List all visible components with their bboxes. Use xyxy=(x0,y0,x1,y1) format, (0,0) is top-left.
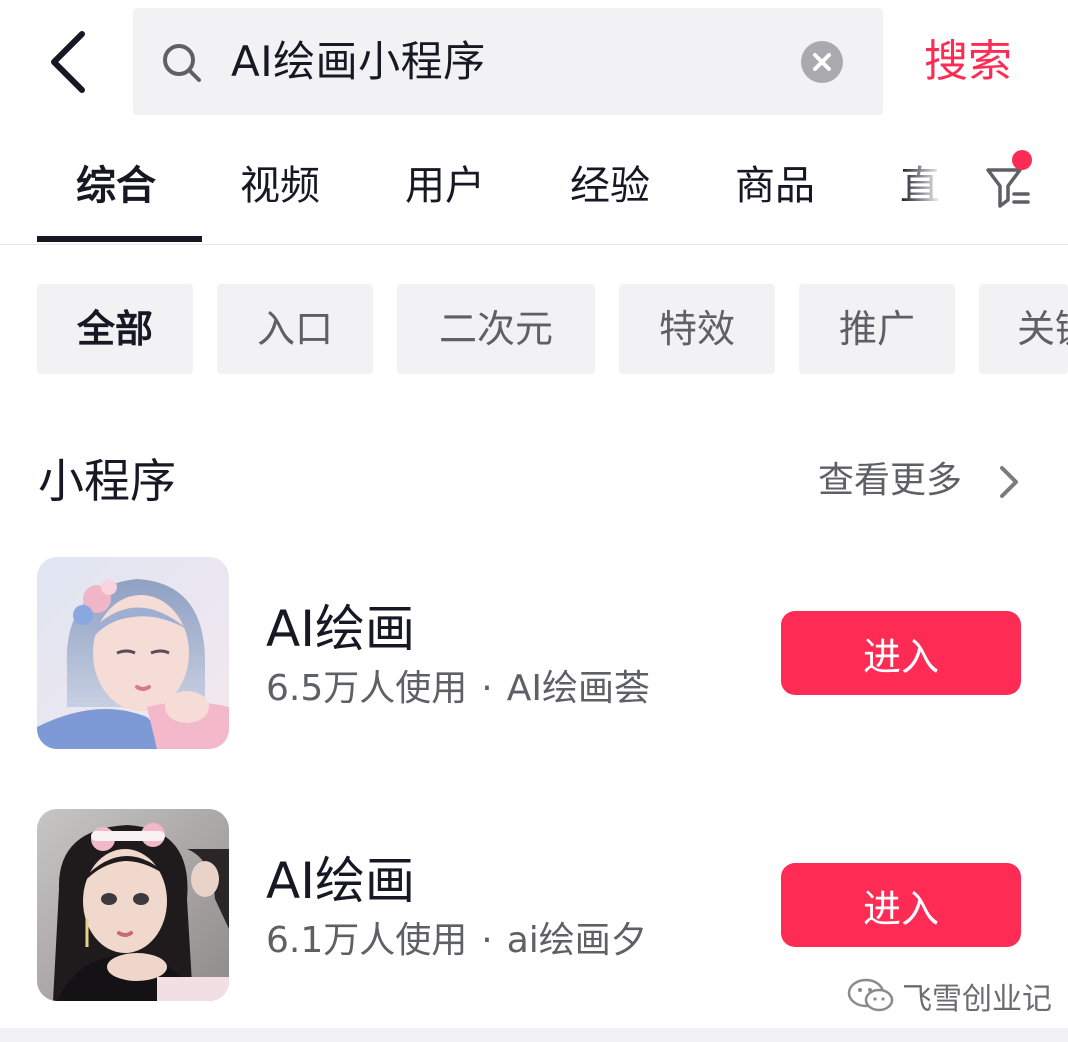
enter-button[interactable]: 进入 xyxy=(781,863,1021,947)
tab-users[interactable]: 用户 xyxy=(405,158,485,214)
clear-icon[interactable] xyxy=(801,41,843,83)
search-input[interactable]: AI绘画小程序 xyxy=(231,34,486,90)
search-icon xyxy=(161,42,203,84)
app-name[interactable]: AI绘画 xyxy=(266,596,415,662)
tab-comprehensive[interactable]: 综合 xyxy=(76,158,156,214)
tab-video[interactable]: 视频 xyxy=(240,158,320,214)
enter-button[interactable]: 进入 xyxy=(781,611,1021,695)
bottom-divider xyxy=(0,1028,1068,1042)
chip-entry[interactable]: 入口 xyxy=(217,284,373,374)
app-name[interactable]: AI绘画 xyxy=(266,848,415,914)
tab-bar: 综合 视频 用户 经验 商品 直 xyxy=(0,140,1068,245)
see-more-link[interactable]: 查看更多 xyxy=(818,456,962,506)
chevron-right-icon[interactable] xyxy=(994,462,1024,502)
tab-experience[interactable]: 经验 xyxy=(570,158,650,214)
app-thumbnail[interactable] xyxy=(37,809,229,1001)
filter-icon[interactable] xyxy=(984,162,1032,214)
app-author: ai绘画夕 xyxy=(506,920,647,961)
tab-fade xyxy=(900,140,960,240)
watermark: 飞雪创业记 xyxy=(846,972,1052,1020)
app-meta: 6.1万人使用 · ai绘画夕 xyxy=(266,916,647,966)
search-button[interactable]: 搜索 xyxy=(924,32,1012,92)
search-box[interactable]: AI绘画小程序 xyxy=(133,8,883,115)
usage-count: 6.1万人使用 xyxy=(266,920,468,961)
tab-products[interactable]: 商品 xyxy=(735,158,815,214)
app-meta: 6.5万人使用 · AI绘画荟 xyxy=(266,664,650,714)
separator-dot: · xyxy=(481,668,493,709)
watermark-text: 飞雪创业记 xyxy=(902,982,1052,1017)
usage-count: 6.5万人使用 xyxy=(266,668,468,709)
section-title: 小程序 xyxy=(38,454,176,508)
wechat-icon xyxy=(846,976,896,1016)
app-thumbnail[interactable] xyxy=(37,557,229,749)
chip-effects[interactable]: 特效 xyxy=(619,284,775,374)
separator-dot: · xyxy=(481,920,493,961)
chip-all[interactable]: 全部 xyxy=(37,284,193,374)
app-author: AI绘画荟 xyxy=(506,668,650,709)
chip-keyword[interactable]: 关键 xyxy=(979,284,1068,374)
chip-anime[interactable]: 二次元 xyxy=(397,284,595,374)
notification-dot xyxy=(1012,150,1032,170)
back-icon[interactable] xyxy=(46,30,94,94)
tab-active-indicator xyxy=(37,236,202,242)
chip-promotion[interactable]: 推广 xyxy=(799,284,955,374)
